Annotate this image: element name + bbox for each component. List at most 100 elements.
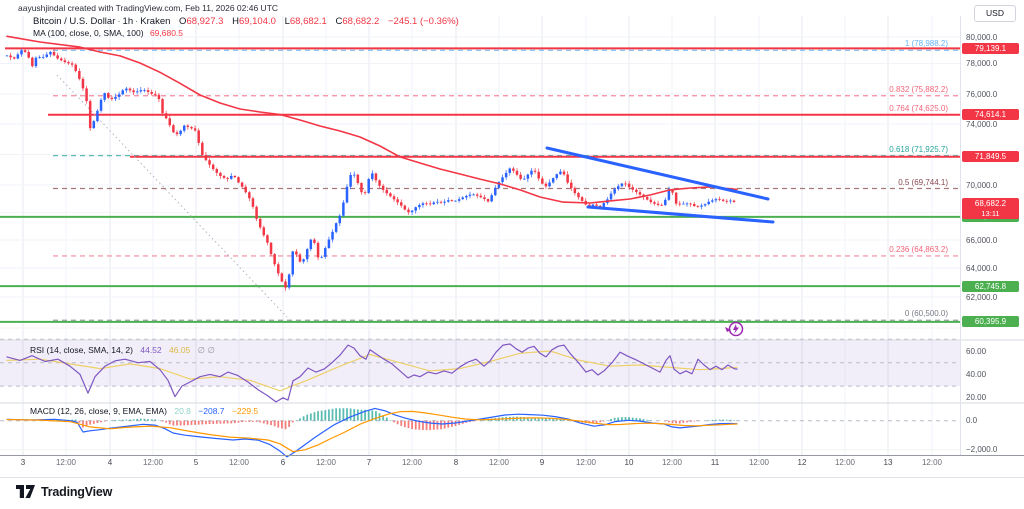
price-axis-tick[interactable]: 74,000.0	[966, 120, 997, 129]
time-axis-tick[interactable]: 12	[782, 458, 822, 467]
time-axis-tick[interactable]: 12:00	[392, 458, 432, 467]
descending-trendline[interactable]	[588, 207, 773, 222]
price-axis-tick[interactable]: 80,000.0	[966, 33, 997, 42]
candle-body	[140, 90, 143, 91]
candle-body	[631, 187, 634, 189]
macd-histogram-bar	[78, 421, 80, 423]
macd-axis-tick[interactable]: −2,000.0	[966, 445, 997, 454]
time-axis-tick[interactable]: 12:00	[306, 458, 346, 467]
macd-histogram-bar	[93, 421, 95, 424]
macd-histogram-bar	[104, 421, 106, 422]
candle-body	[273, 254, 276, 264]
macd-histogram-bar	[375, 411, 377, 420]
macd-histogram-bar	[596, 421, 598, 423]
candle-body	[516, 171, 519, 175]
candle-body	[483, 197, 486, 199]
time-axis-tick[interactable]: 7	[349, 458, 389, 467]
candle-body	[433, 203, 436, 205]
rsi-axis-tick[interactable]: 40.00	[966, 370, 986, 379]
time-axis-tick[interactable]: 13	[868, 458, 908, 467]
macd-histogram-bar	[136, 419, 138, 421]
time-axis-tick[interactable]: 5	[176, 458, 216, 467]
macd-histogram-bar	[339, 408, 341, 420]
candle-body	[31, 58, 34, 67]
candle-body	[64, 60, 67, 62]
fib-level-label: 0.764 (74,625.0)	[889, 104, 948, 113]
price-axis-tick[interactable]: 76,000.0	[966, 90, 997, 99]
macd-histogram-bar	[100, 421, 102, 423]
candle-body	[132, 90, 135, 92]
time-axis-tick[interactable]: 12:00	[133, 458, 173, 467]
candle-body	[27, 52, 30, 58]
ma-legend[interactable]: MA (100, close, 0, SMA, 100) 69,680.5	[33, 28, 183, 38]
candle-body	[382, 186, 385, 190]
candle-body	[13, 57, 16, 58]
price-axis-tick[interactable]: 66,000.0	[966, 236, 997, 245]
candle-body	[295, 251, 298, 254]
ohlc-open: O68,927.3	[179, 16, 223, 27]
candle-body	[35, 58, 38, 66]
candle-body	[603, 203, 606, 207]
price-axis-tick[interactable]: 70,000.0	[966, 181, 997, 190]
candle-body	[707, 202, 710, 204]
candle-body	[255, 207, 258, 219]
symbol-title[interactable]: Bitcoin / U.S. Dollar	[33, 16, 115, 27]
macd-histogram-bar	[292, 421, 294, 423]
time-axis-tick[interactable]: 6	[263, 458, 303, 467]
candle-body	[197, 130, 200, 142]
macd-axis-tick[interactable]: 0.0	[966, 416, 977, 425]
time-axis-tick[interactable]: 4	[90, 458, 130, 467]
candle-body	[259, 219, 262, 228]
time-axis-tick[interactable]: 12:00	[479, 458, 519, 467]
time-axis-tick[interactable]: 10	[609, 458, 649, 467]
candle-body	[635, 190, 638, 192]
chart-canvas[interactable]	[0, 0, 1024, 509]
macd-histogram-bar	[223, 421, 225, 424]
time-axis-tick[interactable]: 9	[522, 458, 562, 467]
price-axis-tick[interactable]: 62,000.0	[966, 293, 997, 302]
interval-label[interactable]: 1h	[123, 16, 134, 27]
time-axis-tick[interactable]: 12:00	[566, 458, 606, 467]
price-level-badge: 74,614.1	[962, 109, 1019, 120]
candle-body	[722, 200, 725, 201]
time-axis-tick[interactable]: 12:00	[46, 458, 86, 467]
ohlc-low: L68,682.1	[285, 16, 327, 27]
time-axis-tick[interactable]: 12:00	[912, 458, 952, 467]
rsi-axis-tick[interactable]: 20.00	[966, 393, 986, 402]
symbol-legend[interactable]: Bitcoin / U.S. Dollar·1h·Kraken O68,927.…	[33, 16, 459, 27]
macd-histogram-bar	[277, 421, 279, 428]
time-axis-tick[interactable]: 12:00	[219, 458, 259, 467]
candle-body	[219, 173, 222, 176]
rsi-axis-tick[interactable]: 60.00	[966, 347, 986, 356]
macd-histogram-bar	[444, 421, 446, 429]
currency-selector[interactable]: USD	[974, 5, 1016, 22]
macd-histogram-bar	[357, 409, 359, 420]
macd-histogram-bar	[245, 421, 247, 422]
rsi-legend[interactable]: RSI (14, close, SMA, 14, 2) 44.52 46.05 …	[30, 345, 215, 356]
price-axis-tick[interactable]: 64,000.0	[966, 264, 997, 273]
time-axis-tick[interactable]: 12:00	[652, 458, 692, 467]
candle-body	[693, 204, 696, 206]
candle-body	[454, 201, 457, 202]
candle-body	[646, 197, 649, 199]
macd-histogram-bar	[216, 421, 218, 424]
candle-body	[78, 71, 81, 79]
macd-histogram-bar	[607, 420, 609, 421]
macd-histogram-bar	[147, 419, 149, 421]
time-axis-tick[interactable]: 11	[695, 458, 735, 467]
time-axis-tick[interactable]: 12:00	[739, 458, 779, 467]
macd-histogram-bar	[248, 421, 250, 422]
exchange-label[interactable]: Kraken	[140, 16, 170, 27]
candle-body	[165, 113, 168, 118]
macd-histogram-bar	[133, 419, 135, 420]
fib-level-label: 0.618 (71,925.7)	[889, 145, 948, 154]
macd-legend[interactable]: MACD (12, 26, close, 9, EMA, EMA) 20.8 −…	[30, 406, 258, 416]
tradingview-logo[interactable]: TradingView	[16, 485, 112, 499]
time-axis-tick[interactable]: 8	[436, 458, 476, 467]
time-axis-tick[interactable]: 12:00	[825, 458, 865, 467]
macd-histogram-bar	[220, 421, 222, 424]
macd-histogram-bar	[306, 415, 308, 421]
time-axis-tick[interactable]: 3	[3, 458, 43, 467]
price-axis-tick[interactable]: 78,000.0	[966, 59, 997, 68]
candle-body	[205, 155, 208, 160]
